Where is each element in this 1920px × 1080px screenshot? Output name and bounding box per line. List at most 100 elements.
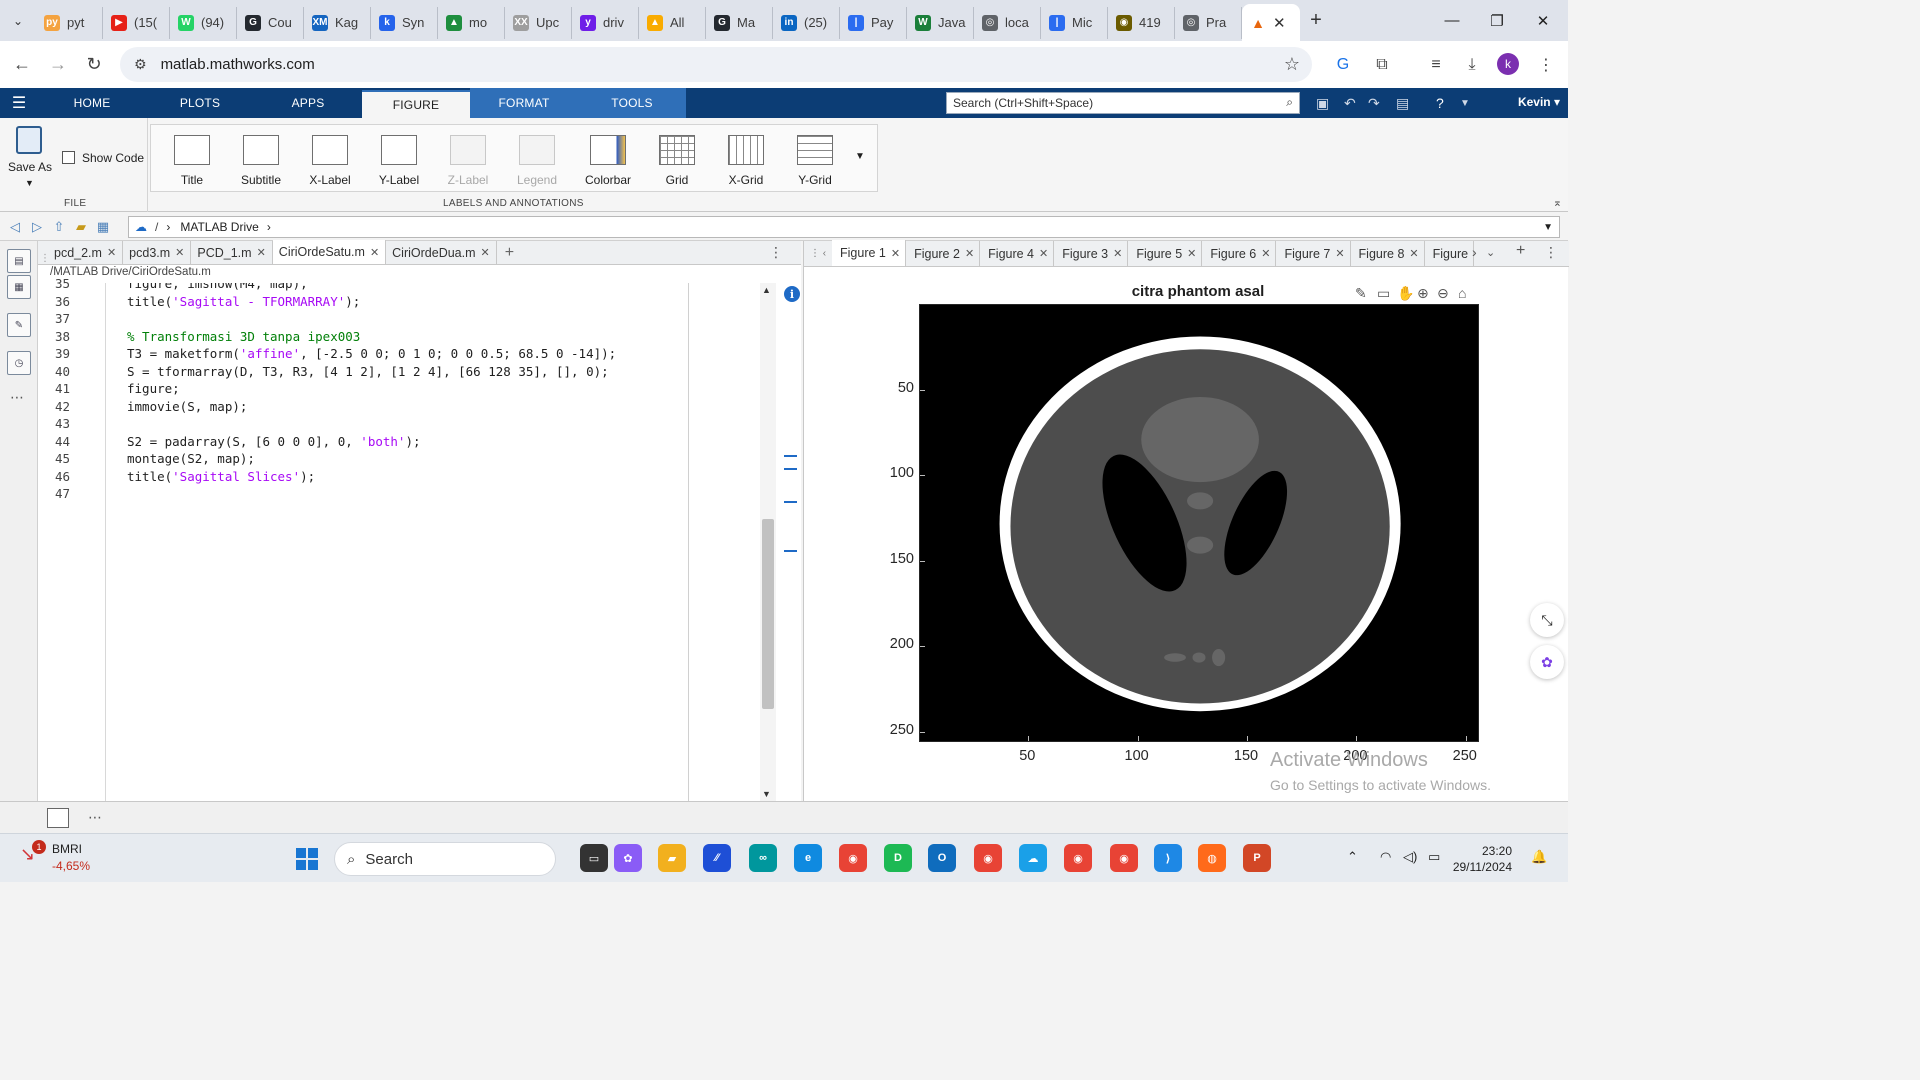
close-icon[interactable]: ✕	[1039, 247, 1048, 260]
close-icon[interactable]: ✕	[370, 246, 379, 259]
y-label-button[interactable]: Y-Label	[360, 125, 428, 191]
scrollbar-thumb[interactable]	[762, 519, 774, 709]
tab-home[interactable]: HOME	[38, 88, 146, 118]
close-window-button[interactable]: ✕	[1520, 0, 1566, 41]
browse-folder-icon[interactable]: ▦	[92, 216, 114, 238]
gallery-more-icon[interactable]: ▼	[855, 151, 865, 162]
close-icon[interactable]: ✕	[481, 246, 490, 259]
editor-tab[interactable]: CiriOrdeDua.m ✕	[386, 241, 497, 264]
browser-tab[interactable]: W Java	[907, 6, 974, 39]
figure-tab[interactable]: Figure 2 ✕	[906, 241, 981, 266]
browser-tab[interactable]: ▲ mo	[438, 6, 505, 39]
history-panel-icon[interactable]: ◷	[7, 351, 31, 375]
zoom-out-icon[interactable]: ⊖	[1437, 285, 1449, 302]
collapse-toolstrip-icon[interactable]: ⌅	[1553, 196, 1562, 209]
browser-tab[interactable]: ◎ loca	[974, 6, 1041, 39]
system-clock[interactable]: 23:20 29/11/2024	[1453, 843, 1512, 875]
tab-tools[interactable]: TOOLS	[578, 88, 686, 118]
close-icon[interactable]: ✕	[1335, 247, 1344, 260]
close-icon[interactable]: ✕	[257, 246, 266, 259]
browser-tab[interactable]: y driv	[572, 6, 639, 39]
back-folder-icon[interactable]: ◁	[4, 216, 26, 238]
tab-format[interactable]: FORMAT	[470, 88, 578, 118]
browser-menu-icon[interactable]: ⋮	[1534, 53, 1558, 77]
user-menu[interactable]: Kevin ▾	[1518, 95, 1560, 109]
copilot-fab-icon[interactable]: ✿	[1530, 645, 1564, 679]
show-code-label[interactable]: Show Code	[82, 151, 144, 165]
figure-tab-active[interactable]: Figure 1 ✕	[832, 240, 907, 266]
y-grid-button[interactable]: Y-Grid	[776, 125, 844, 191]
figure-tab[interactable]: Figure 4 ✕	[980, 241, 1055, 266]
add-tab-icon[interactable]: +	[505, 241, 514, 264]
close-icon[interactable]: ✕	[175, 246, 184, 259]
vscode-icon[interactable]: ⟩	[1154, 844, 1182, 872]
browser-tab[interactable]: ▲ All	[639, 6, 706, 39]
zoom-in-icon[interactable]: ⊕	[1417, 285, 1429, 302]
browser-tab[interactable]: W (94)	[170, 6, 237, 39]
datatip-icon[interactable]: ▭	[1377, 285, 1390, 302]
reload-button[interactable]: ↻	[76, 47, 112, 83]
close-icon[interactable]: ✕	[1261, 247, 1270, 260]
home-icon[interactable]: ⌂	[1458, 285, 1466, 301]
chevron-down-icon[interactable]: ▼	[1460, 98, 1470, 109]
outlook-icon[interactable]: O	[928, 844, 956, 872]
save-icon[interactable]: ▣	[1316, 95, 1329, 112]
pan-icon[interactable]: ✋	[1397, 285, 1414, 302]
browser-tab[interactable]: in (25)	[773, 6, 840, 39]
warning-marker[interactable]	[784, 468, 797, 470]
browser-tab[interactable]: ◎ Pra	[1175, 6, 1242, 39]
warning-marker[interactable]	[784, 501, 797, 503]
colorbar-button[interactable]: Colorbar	[569, 125, 637, 191]
browser-tab[interactable]: G Ma	[706, 6, 773, 39]
start-button[interactable]	[296, 848, 318, 870]
path-dropdown-icon[interactable]: ▼	[1543, 222, 1553, 233]
save-as-icon[interactable]	[16, 126, 42, 154]
more-panels-icon[interactable]: ⋯	[10, 389, 24, 406]
redo-icon[interactable]: ↷	[1368, 95, 1380, 112]
chrome-profile-icon[interactable]: ◉	[1110, 844, 1138, 872]
restore-button[interactable]: ❐	[1474, 0, 1520, 41]
code-area[interactable]: figure, imshow(M4, map); title('Sagittal …	[106, 283, 688, 801]
path-chevron-icon[interactable]: ›	[267, 220, 271, 234]
brush-icon[interactable]: ✎	[1355, 285, 1367, 302]
browser-tab[interactable]: XM Kag	[304, 6, 371, 39]
figure-tab[interactable]: Figure	[1425, 241, 1475, 266]
arduino-icon[interactable]: ∞	[749, 844, 777, 872]
avatar[interactable]: k	[1497, 53, 1519, 75]
matlab-search-input[interactable]: Search (Ctrl+Shift+Space) ⌕	[946, 92, 1300, 114]
editor-tab[interactable]: PCD_1.m ✕	[191, 241, 273, 264]
editor-scrollbar[interactable]: ▲ ▼	[760, 283, 776, 801]
add-figure-icon[interactable]: +	[1516, 242, 1525, 260]
workspace-panel-icon[interactable]: ▦	[7, 275, 31, 299]
tab-search-dropdown[interactable]: ⌄	[0, 0, 36, 41]
tab-figure[interactable]: FIGURE	[362, 90, 470, 118]
more-options-icon[interactable]: ⋯	[88, 809, 102, 826]
tab-apps[interactable]: APPS	[254, 88, 362, 118]
show-code-checkbox[interactable]	[62, 151, 75, 164]
chrome-profile-icon[interactable]: ◉	[1064, 844, 1092, 872]
warning-marker[interactable]	[784, 455, 797, 457]
show-hidden-icons[interactable]: ⌃	[1347, 849, 1358, 865]
hamburger-menu-icon[interactable]: ☰	[0, 88, 38, 118]
browser-tab-matlab[interactable]: ▲ ✕	[1242, 4, 1300, 41]
scroll-down-icon[interactable]: ▼	[762, 789, 771, 799]
extensions-icon[interactable]: ⧉	[1370, 53, 1394, 77]
browser-tab[interactable]: ◉ 419	[1108, 6, 1175, 39]
url-field[interactable]: ⚙ matlab.mathworks.com ☆	[120, 47, 1312, 82]
site-info-icon[interactable]: ⚙	[134, 56, 147, 73]
folder-icon[interactable]: ▰	[658, 844, 686, 872]
info-icon[interactable]: i	[784, 286, 800, 302]
figure-tab[interactable]: Figure 6 ✕	[1202, 241, 1277, 266]
figure-options-icon[interactable]: ⋮	[1544, 244, 1558, 261]
weather-icon[interactable]: ☁	[1019, 844, 1047, 872]
figure-tab[interactable]: Figure 3 ✕	[1054, 241, 1129, 266]
browser-tab[interactable]: ▶ (15(	[103, 6, 170, 39]
download-icon[interactable]: ⤓	[1460, 53, 1484, 77]
edge-icon[interactable]: e	[794, 844, 822, 872]
back-button[interactable]: ←	[4, 47, 40, 83]
editor-panel-icon[interactable]: ✎	[7, 313, 31, 337]
close-icon[interactable]: ✕	[965, 247, 974, 260]
path-field[interactable]: ☁ / › MATLAB Drive › ▼	[128, 216, 1560, 238]
screenshot-fab-icon[interactable]: ⤡	[1530, 603, 1564, 637]
grid-button[interactable]: Grid	[638, 125, 706, 191]
